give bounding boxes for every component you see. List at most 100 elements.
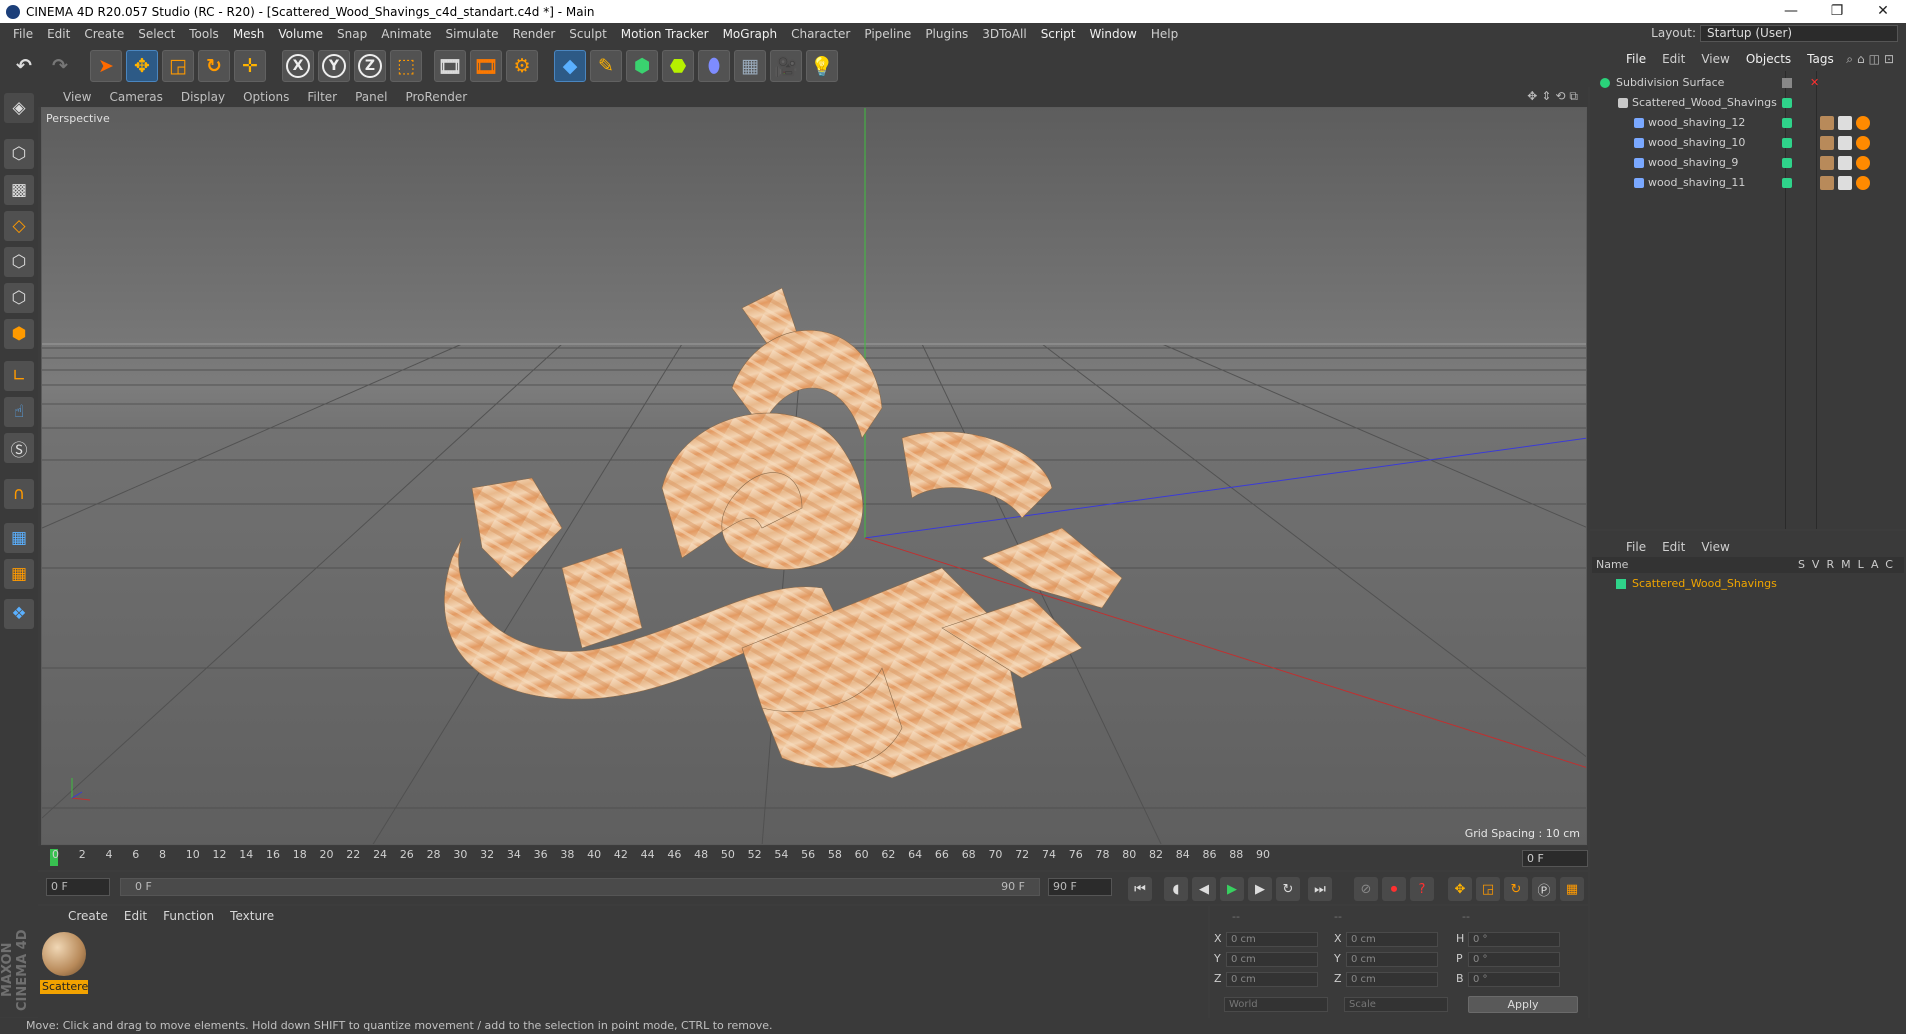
scale-icon[interactable]: ◲	[162, 50, 194, 82]
rot-b-field[interactable]: 0 °	[1468, 972, 1560, 987]
menu-window[interactable]: Window	[1083, 27, 1144, 41]
light-icon[interactable]: 💡	[806, 50, 838, 82]
restore-button[interactable]: ❐	[1814, 0, 1860, 23]
record-icon[interactable]: ⏺	[1382, 877, 1406, 901]
layermgr-menu-view[interactable]: View	[1693, 540, 1737, 554]
objmgr-menu-tags[interactable]: Tags	[1799, 52, 1842, 66]
menu-file[interactable]: File	[6, 27, 40, 41]
menu-plugins[interactable]: Plugins	[918, 27, 975, 41]
layout-select[interactable]: Startup (User)	[1700, 25, 1898, 42]
menu-help[interactable]: Help	[1144, 27, 1185, 41]
material-menu-edit[interactable]: Edit	[116, 909, 155, 923]
select-cursor-icon[interactable]: ➤	[90, 50, 122, 82]
object-tags[interactable]	[1820, 156, 1880, 170]
viewport-camera-label[interactable]: Perspective	[46, 112, 110, 125]
viewport-menu-prorender[interactable]: ProRender	[396, 90, 476, 104]
layer-color-icon[interactable]	[1782, 98, 1792, 108]
pos-y-field[interactable]: 0 cm	[1226, 952, 1318, 967]
layer-color-icon[interactable]	[1782, 158, 1792, 168]
make-editable-icon[interactable]: ◈	[4, 93, 34, 123]
loop-icon[interactable]: ↻	[1276, 877, 1300, 901]
objmgr-menu-objects[interactable]: Objects	[1738, 52, 1799, 66]
object-row-wood-shaving-11[interactable]: wood_shaving_11	[1590, 173, 1906, 193]
menu-sculpt[interactable]: Sculpt	[562, 27, 613, 41]
menu-pipeline[interactable]: Pipeline	[857, 27, 918, 41]
pos-z-field[interactable]: 0 cm	[1226, 972, 1318, 987]
start-frame-field[interactable]: 0 F	[46, 878, 110, 896]
menu-edit[interactable]: Edit	[40, 27, 77, 41]
viewport-menu-filter[interactable]: Filter	[298, 90, 346, 104]
material-menu-texture[interactable]: Texture	[222, 909, 282, 923]
object-row-wood-shaving-9[interactable]: wood_shaving_9	[1590, 153, 1906, 173]
lock-workplane-icon[interactable]: ▦	[4, 523, 34, 553]
material-thumbnail[interactable]	[42, 932, 86, 976]
object-row-scattered-wood-shavings[interactable]: Scattered_Wood_Shavings	[1590, 93, 1906, 113]
objmgr-menu-edit[interactable]: Edit	[1654, 52, 1693, 66]
snap-icon[interactable]: Ⓢ	[4, 433, 34, 463]
camera-icon[interactable]: 🎥	[770, 50, 802, 82]
menu-script[interactable]: Script	[1034, 27, 1083, 41]
key-parameter-icon[interactable]: Ⓟ	[1532, 877, 1556, 901]
redo-icon[interactable]: ↷	[44, 50, 76, 82]
size-y-field[interactable]: 0 cm	[1346, 952, 1438, 967]
edges-mode-icon[interactable]: ⬡	[4, 283, 34, 313]
pos-x-field[interactable]: 0 cm	[1226, 932, 1318, 947]
layer-color-icon[interactable]	[1782, 138, 1792, 148]
material-menu-function[interactable]: Function	[155, 909, 222, 923]
layermgr-menu-file[interactable]: File	[1618, 540, 1654, 554]
z-axis-icon[interactable]: Z	[354, 50, 386, 82]
viewport-nav-icons[interactable]: ✥⇕⟲⧉	[1527, 89, 1582, 104]
material-menu-create[interactable]: Create	[60, 909, 116, 923]
objmgr-toolbar-icons[interactable]: ⌕⌂◫⊡	[1846, 52, 1906, 67]
key-rotation-icon[interactable]: ↻	[1504, 877, 1528, 901]
x-axis-icon[interactable]: X	[282, 50, 314, 82]
menu-render[interactable]: Render	[506, 27, 563, 41]
viewport-menu-cameras[interactable]: Cameras	[100, 90, 171, 104]
menu-tools[interactable]: Tools	[182, 27, 226, 41]
go-to-end-icon[interactable]: ⏭	[1308, 877, 1332, 901]
model-mode-icon[interactable]: ⬡	[4, 139, 34, 169]
viewport-menu-display[interactable]: Display	[172, 90, 234, 104]
end-frame-field[interactable]: 90 F	[1048, 878, 1112, 896]
frame-range-slider[interactable]: 0 F 90 F	[120, 878, 1040, 896]
floor-icon[interactable]: ▦	[734, 50, 766, 82]
polygons-mode-icon[interactable]: ⬢	[4, 319, 34, 349]
size-z-field[interactable]: 0 cm	[1346, 972, 1438, 987]
extrude-icon[interactable]: ⬣	[662, 50, 694, 82]
rotate-icon[interactable]: ↻	[198, 50, 230, 82]
menu-volume[interactable]: Volume	[271, 27, 330, 41]
keyframe-selection-icon[interactable]: ⊘	[1354, 877, 1378, 901]
disable-icon[interactable]: ✕	[1810, 73, 1819, 93]
texture-mode-icon[interactable]: ▩	[4, 175, 34, 205]
go-to-start-icon[interactable]: ⏮	[1128, 877, 1152, 901]
perspective-viewport[interactable]: Perspective Grid Spacing : 10 cm	[41, 107, 1587, 845]
move-icon[interactable]: ✥	[126, 50, 158, 82]
menu-mesh[interactable]: Mesh	[226, 27, 272, 41]
rot-h-field[interactable]: 0 °	[1468, 932, 1560, 947]
viewport-menu-panel[interactable]: Panel	[346, 90, 396, 104]
timeline-ruler[interactable]: 0 2 4 6 8 10 12 14 16 18 20 22 24 26 28 30 32 34 36 38 40 42 4…	[38, 846, 1588, 870]
points-mode-icon[interactable]: ⬡	[4, 247, 34, 277]
magnet-icon[interactable]: ∩	[4, 479, 34, 509]
key-scale-icon[interactable]: ◲	[1476, 877, 1500, 901]
object-row-wood-shaving-12[interactable]: wood_shaving_12	[1590, 113, 1906, 133]
apply-button[interactable]: Apply	[1468, 996, 1578, 1013]
coordinate-system-icon[interactable]: ⬚	[390, 50, 422, 82]
render-view-icon[interactable]: 🎞	[434, 50, 466, 82]
object-tags[interactable]	[1820, 176, 1880, 190]
autokey-icon[interactable]: ?	[1410, 877, 1434, 901]
axis-mode-icon[interactable]: ∟	[4, 361, 34, 391]
current-frame-field[interactable]: 0 F	[1522, 850, 1588, 867]
render-picture-viewer-icon[interactable]: 🎞	[470, 50, 502, 82]
size-x-field[interactable]: 0 cm	[1346, 932, 1438, 947]
objmgr-menu-file[interactable]: File	[1618, 52, 1654, 66]
menu-motion-tracker[interactable]: Motion Tracker	[614, 27, 716, 41]
viewport-menu-view[interactable]: View	[54, 90, 100, 104]
minimize-button[interactable]: —	[1768, 0, 1814, 23]
planar-workplane-icon[interactable]: ▦	[4, 559, 34, 589]
menu-simulate[interactable]: Simulate	[439, 27, 506, 41]
object-row-subdivision-surface[interactable]: Subdivision Surface ✕	[1590, 73, 1906, 93]
menu-animate[interactable]: Animate	[374, 27, 438, 41]
prev-frame-icon[interactable]: ◀	[1192, 877, 1216, 901]
menu-character[interactable]: Character	[784, 27, 857, 41]
